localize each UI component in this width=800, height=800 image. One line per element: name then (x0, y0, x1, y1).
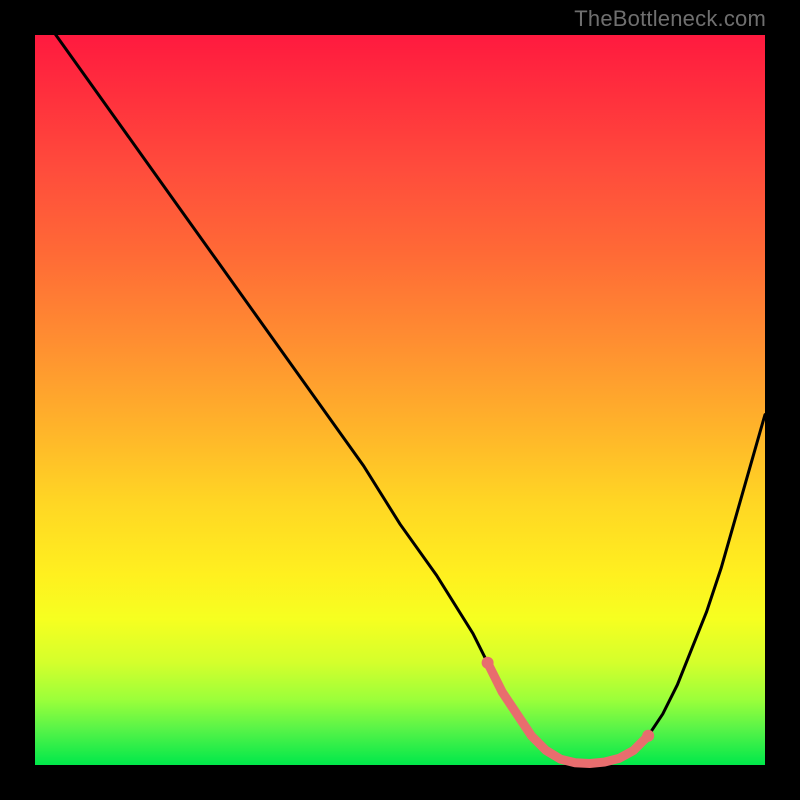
chart-frame: TheBottleneck.com (0, 0, 800, 800)
minimum-start-marker (482, 657, 494, 669)
attribution-text: TheBottleneck.com (574, 6, 766, 32)
curve-path (35, 6, 765, 764)
minimum-end-marker (642, 730, 654, 742)
minimum-band-path (488, 663, 649, 764)
bottleneck-curve (35, 35, 765, 765)
